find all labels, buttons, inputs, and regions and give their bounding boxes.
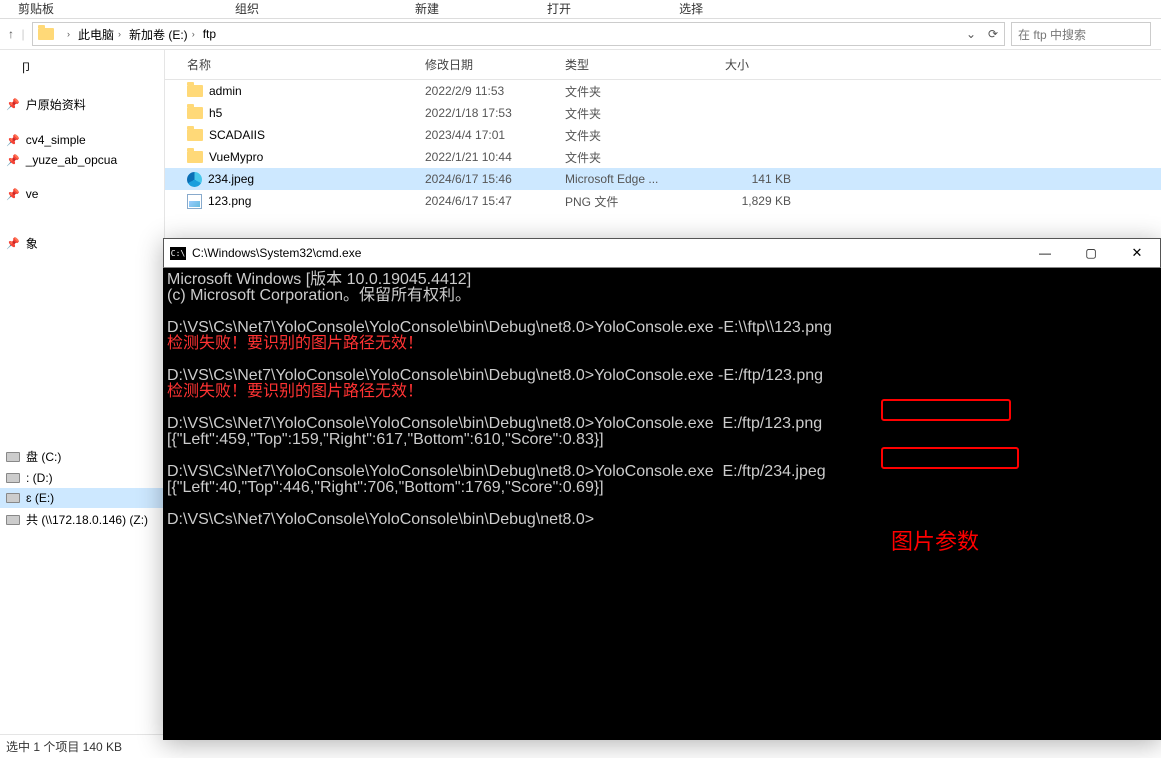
folder-icon <box>187 129 203 141</box>
drive-icon <box>6 452 20 462</box>
pin-icon: 📌 <box>6 134 20 147</box>
file-name: h5 <box>209 106 222 120</box>
file-type: 文件夹 <box>565 127 705 144</box>
ribbon-tab-organize[interactable]: 组织 <box>227 0 267 17</box>
sidebar-drive[interactable]: 盘 (C:) <box>0 445 164 468</box>
file-date: 2023/4/4 17:01 <box>425 128 565 142</box>
refresh-button[interactable]: ⟳ <box>982 23 1004 45</box>
ribbon-tabs: 剪贴板 组织 新建 打开 选择 <box>0 0 1161 18</box>
folder-icon <box>37 25 55 43</box>
sidebar-drive[interactable]: ɛ (E:) <box>0 488 164 508</box>
address-bar-row: ↑ | › 此电脑› 新加卷 (E:)› ftp ⌄ ⟳ 在 ftp 中搜索 <box>0 18 1161 50</box>
file-row[interactable]: SCADAIIS 2023/4/4 17:01文件夹 <box>165 124 1161 146</box>
file-date: 2024/6/17 15:47 <box>425 194 565 208</box>
search-input[interactable]: 在 ftp 中搜索 <box>1011 22 1151 46</box>
column-headers[interactable]: 名称 修改日期 类型 大小 <box>165 50 1161 80</box>
sidebar-item[interactable]: 📌_yuze_ab_opcua <box>0 150 164 170</box>
address-dropdown-button[interactable]: ⌄ <box>960 23 982 45</box>
col-size[interactable]: 大小 <box>705 56 815 73</box>
file-type: PNG 文件 <box>565 193 705 210</box>
pin-icon: 📌 <box>6 237 20 250</box>
sidebar-drive[interactable]: 共 (\\172.18.0.146) (Z:) <box>0 508 164 531</box>
sidebar-item[interactable]: 📌ve <box>0 184 164 204</box>
file-name: admin <box>209 84 242 98</box>
cmd-icon: C:\ <box>170 247 186 260</box>
breadcrumb-seg-pc[interactable]: 此电脑› <box>74 26 125 43</box>
drive-icon <box>6 473 20 483</box>
drive-icon <box>6 515 20 525</box>
cmd-window[interactable]: C:\ C:\Windows\System32\cmd.exe — ▢ ✕ Mi… <box>163 238 1161 740</box>
file-date: 2022/2/9 11:53 <box>425 84 565 98</box>
file-date: 2022/1/18 17:53 <box>425 106 565 120</box>
ribbon-tab-clipboard[interactable]: 剪贴板 <box>10 0 62 17</box>
pin-icon: 📌 <box>6 98 20 111</box>
pin-icon: 📌 <box>6 154 20 167</box>
close-button[interactable]: ✕ <box>1114 239 1160 267</box>
ribbon-tab-open[interactable]: 打开 <box>539 0 579 17</box>
cmd-output[interactable]: Microsoft Windows [版本 10.0.19045.4412] (… <box>163 268 1161 532</box>
breadcrumb-seg-folder[interactable]: ftp <box>199 27 220 41</box>
highlight-box-1 <box>881 399 1011 421</box>
file-name: SCADAIIS <box>209 128 265 142</box>
cmd-title-text: C:\Windows\System32\cmd.exe <box>192 246 1022 260</box>
file-size: 141 KB <box>705 172 815 186</box>
folder-icon <box>187 85 203 97</box>
col-name[interactable]: 名称 <box>165 56 425 73</box>
breadcrumb-seg-drive[interactable]: 新加卷 (E:)› <box>125 26 199 43</box>
nav-separator: | <box>20 24 26 44</box>
nav-up-button[interactable]: ↑ <box>4 24 18 44</box>
breadcrumb-root[interactable]: › <box>59 29 74 39</box>
folder-icon <box>187 151 203 163</box>
file-name: 234.jpeg <box>208 172 254 186</box>
pin-icon: 📌 <box>6 188 20 201</box>
file-type: 文件夹 <box>565 105 705 122</box>
ribbon-tab-new[interactable]: 新建 <box>407 0 447 17</box>
ribbon-tab-select[interactable]: 选择 <box>671 0 711 17</box>
col-type[interactable]: 类型 <box>565 56 705 73</box>
file-date: 2022/1/21 10:44 <box>425 150 565 164</box>
col-date[interactable]: 修改日期 <box>425 56 565 73</box>
file-type: 文件夹 <box>565 149 705 166</box>
file-row[interactable]: admin 2022/2/9 11:53文件夹 <box>165 80 1161 102</box>
edge-icon <box>187 172 202 187</box>
sidebar-tree[interactable]: 卩 📌户原始资料 📌cv4_simple 📌_yuze_ab_opcua 📌ve… <box>0 50 165 734</box>
file-type: Microsoft Edge ... <box>565 172 705 186</box>
file-date: 2024/6/17 15:46 <box>425 172 565 186</box>
sidebar-item[interactable]: 📌户原始资料 <box>0 93 164 116</box>
file-type: 文件夹 <box>565 83 705 100</box>
file-size: 1,829 KB <box>705 194 815 208</box>
file-name: VueMypro <box>209 150 263 164</box>
file-row[interactable]: VueMypro 2022/1/21 10:44文件夹 <box>165 146 1161 168</box>
highlight-box-2 <box>881 447 1019 469</box>
image-icon <box>187 194 202 209</box>
annotation-text: 图片参数 <box>891 534 979 550</box>
sidebar-item[interactable]: 📌cv4_simple <box>0 130 164 150</box>
file-row[interactable]: h5 2022/1/18 17:53文件夹 <box>165 102 1161 124</box>
drive-icon <box>6 493 20 503</box>
address-bar[interactable]: › 此电脑› 新加卷 (E:)› ftp ⌄ ⟳ <box>32 22 1005 46</box>
sidebar-item[interactable]: 📌象 <box>0 232 164 255</box>
file-row[interactable]: 234.jpeg 2024/6/17 15:46Microsoft Edge ..… <box>165 168 1161 190</box>
file-name: 123.png <box>208 194 251 208</box>
folder-icon <box>187 107 203 119</box>
maximize-button[interactable]: ▢ <box>1068 239 1114 267</box>
cmd-titlebar[interactable]: C:\ C:\Windows\System32\cmd.exe — ▢ ✕ <box>163 238 1161 268</box>
file-row[interactable]: 123.png 2024/6/17 15:47PNG 文件1,829 KB <box>165 190 1161 212</box>
sidebar-item[interactable]: 卩 <box>0 56 164 79</box>
minimize-button[interactable]: — <box>1022 239 1068 267</box>
sidebar-drive[interactable]: : (D:) <box>0 468 164 488</box>
